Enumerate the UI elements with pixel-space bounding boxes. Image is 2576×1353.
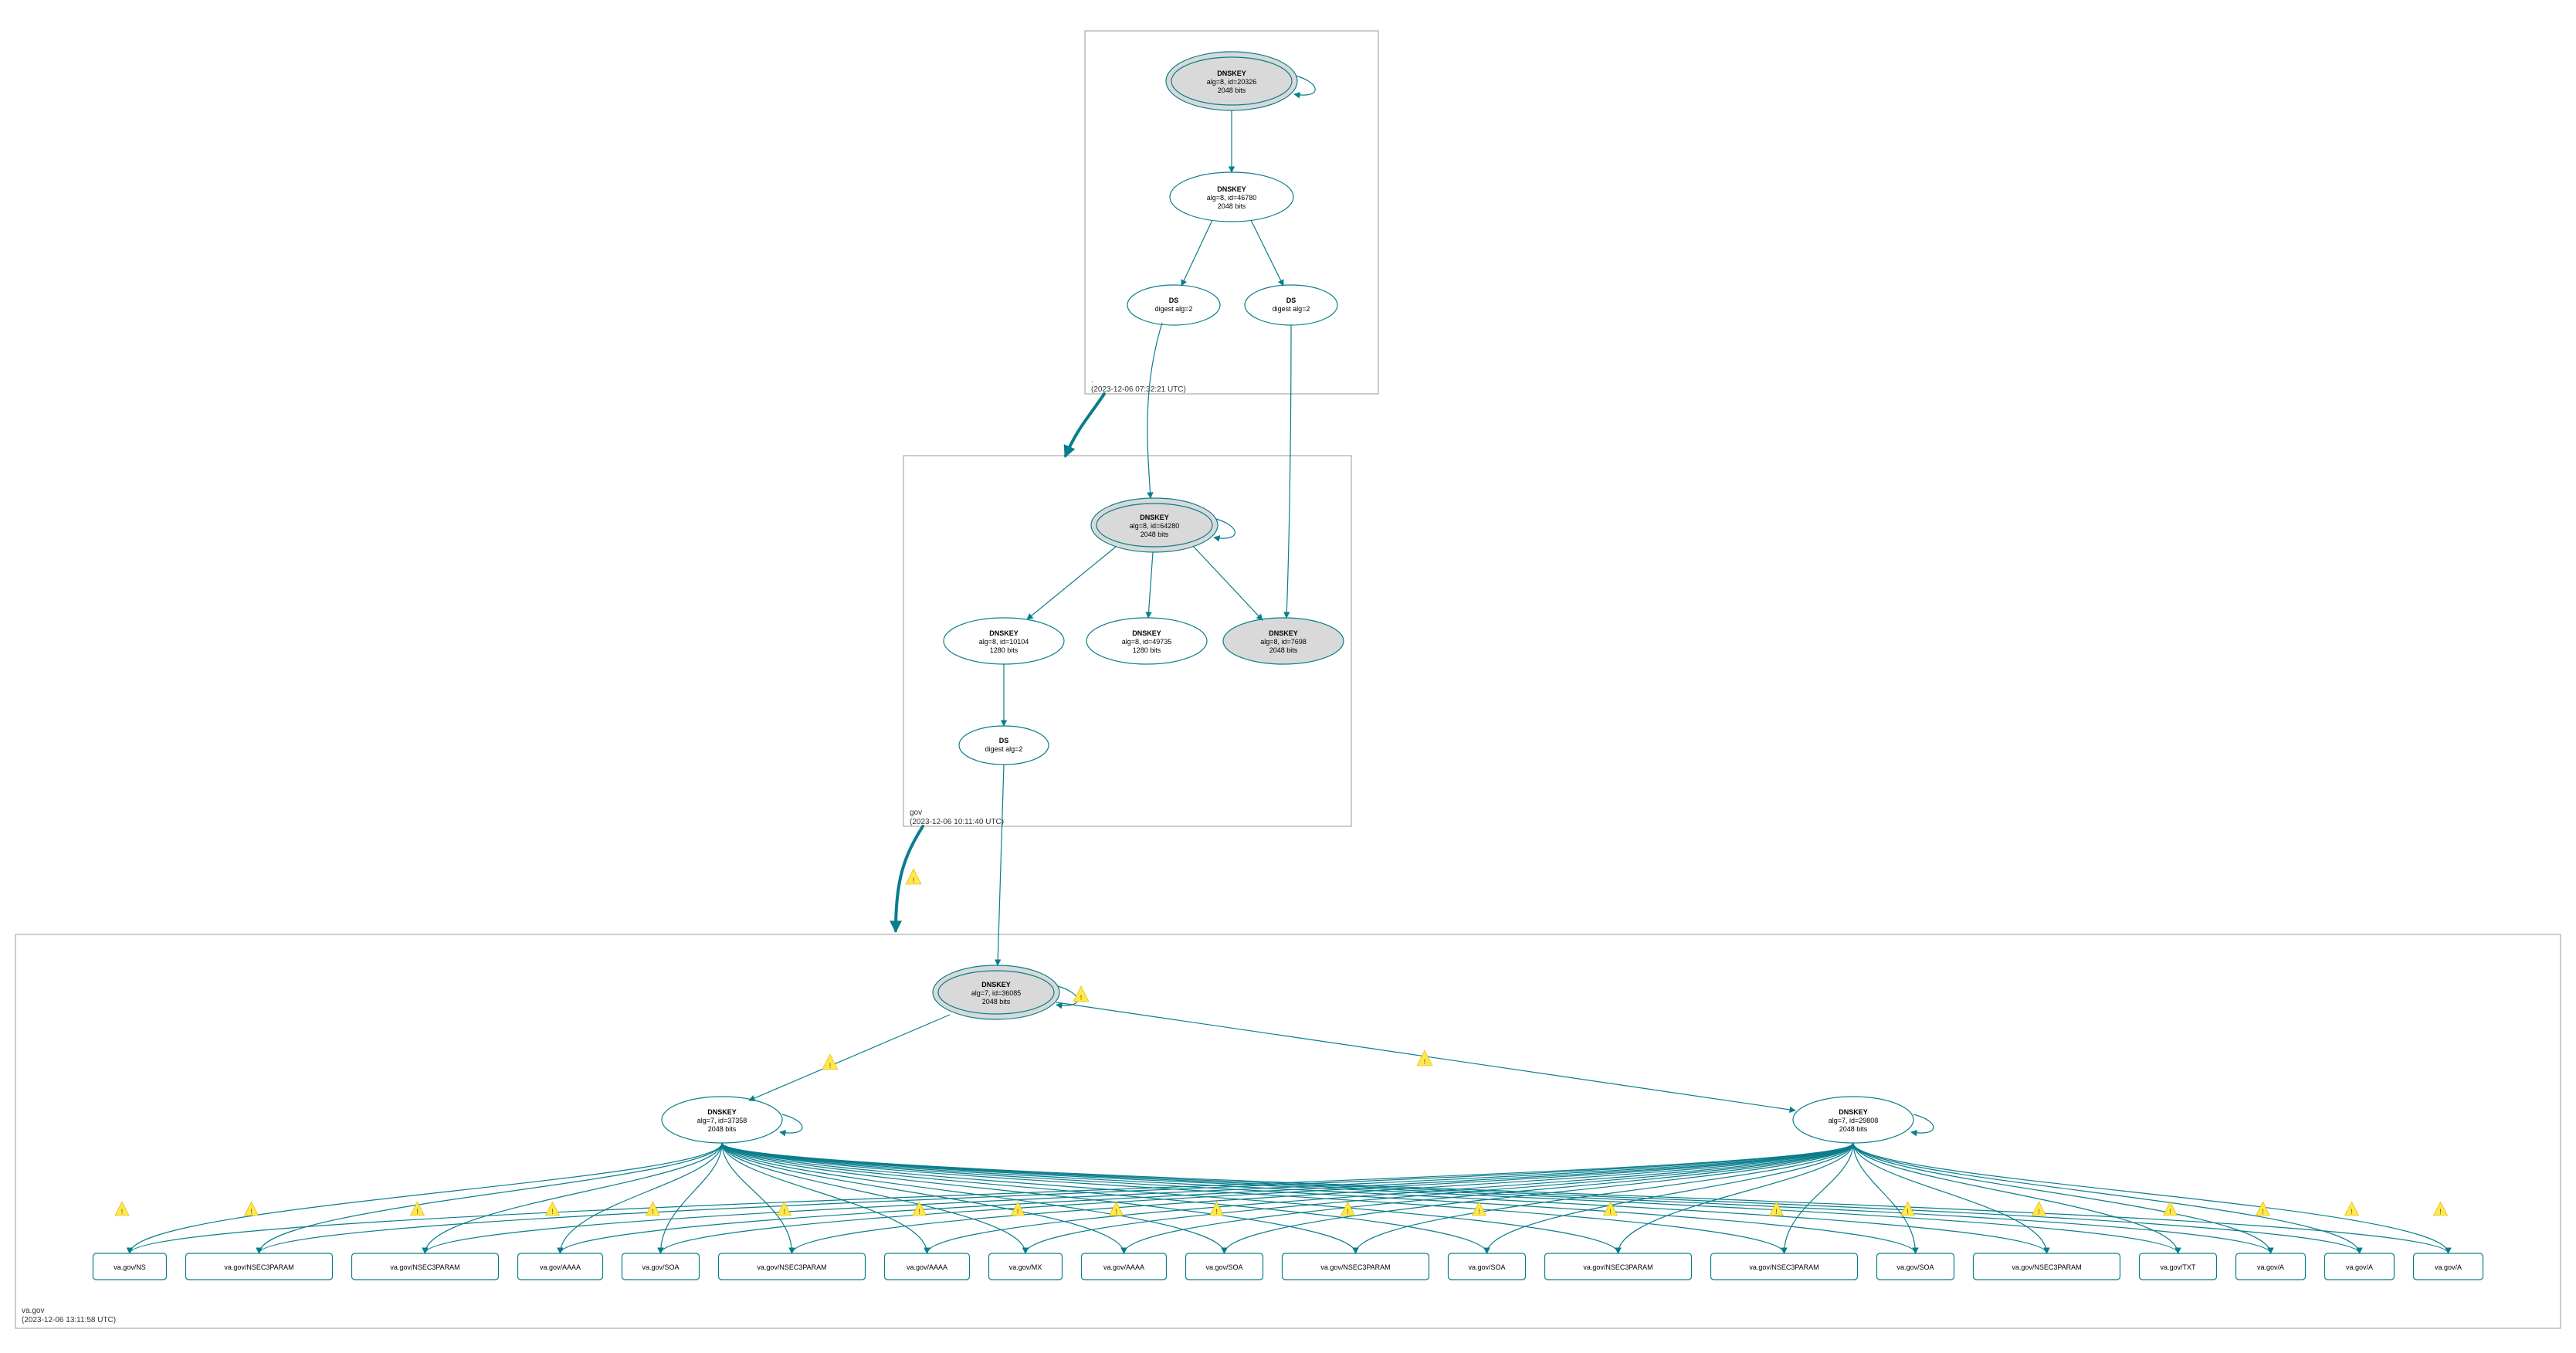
svg-text:alg=8, id=10104: alg=8, id=10104 (979, 638, 1029, 646)
svg-text:2048 bits: 2048 bits (1269, 646, 1298, 654)
rrset-label: va.gov/A (2346, 1263, 2373, 1271)
svg-text:alg=8, id=46780: alg=8, id=46780 (1207, 194, 1257, 202)
svg-text:!: ! (2262, 1208, 2264, 1216)
svg-text:DS: DS (1169, 297, 1179, 304)
rrset-label: va.gov/NSEC3PARAM (390, 1263, 459, 1271)
rrset-label: va.gov/AAAA (1103, 1263, 1144, 1271)
svg-text:alg=7, id=29808: alg=7, id=29808 (1829, 1117, 1879, 1124)
warn-icon: ! (906, 869, 921, 884)
svg-text:DS: DS (999, 737, 1009, 744)
svg-text:!: ! (913, 877, 915, 884)
svg-text:DNSKEY: DNSKEY (1839, 1108, 1868, 1116)
svg-text:!: ! (121, 1208, 124, 1216)
rrset-label: va.gov/NSEC3PARAM (1583, 1263, 1652, 1271)
svg-text:2048 bits: 2048 bits (982, 998, 1011, 1005)
svg-text:DNSKEY: DNSKEY (1140, 514, 1169, 521)
svg-text:!: ! (829, 1062, 832, 1070)
svg-text:2048 bits: 2048 bits (1141, 531, 1169, 538)
svg-text:2048 bits: 2048 bits (1839, 1125, 1868, 1133)
rrset-label: va.gov/NS (114, 1263, 146, 1271)
svg-text:digest alg=2: digest alg=2 (1273, 305, 1310, 313)
vagov-zsk2[interactable]: DNSKEY alg=7, id=29808 2048 bits (1793, 1097, 1913, 1143)
root-ds1[interactable]: DS digest alg=2 (1127, 285, 1220, 325)
svg-text:alg=8, id=64280: alg=8, id=64280 (1130, 522, 1180, 530)
svg-text:alg=8, id=49735: alg=8, id=49735 (1122, 638, 1172, 646)
rrset-label: va.gov/NSEC3PARAM (1749, 1263, 1818, 1271)
svg-text:DNSKEY: DNSKEY (1217, 185, 1246, 193)
svg-text:!: ! (551, 1208, 554, 1216)
svg-text:!: ! (1907, 1208, 1909, 1216)
svg-text:1280 bits: 1280 bits (990, 646, 1019, 654)
svg-text:alg=8, id=7698: alg=8, id=7698 (1260, 638, 1307, 646)
svg-text:2048 bits: 2048 bits (708, 1125, 737, 1133)
svg-text:alg=7, id=36085: alg=7, id=36085 (971, 989, 1022, 997)
zone-gov-timestamp: (2023-12-06 10:11:40 UTC) (910, 818, 1004, 826)
svg-text:!: ! (1609, 1208, 1612, 1216)
svg-text:!: ! (1424, 1058, 1426, 1066)
svg-text:!: ! (2038, 1208, 2040, 1216)
rrset-label: va.gov/NSEC3PARAM (2012, 1263, 2081, 1271)
gov-zsk2[interactable]: DNSKEY alg=8, id=49735 1280 bits (1086, 618, 1207, 664)
vagov-zsk1[interactable]: DNSKEY alg=7, id=37358 2048 bits (662, 1097, 782, 1143)
svg-text:DS: DS (1286, 297, 1296, 304)
gov-ds[interactable]: DS digest alg=2 (959, 726, 1049, 765)
gov-ksk[interactable]: DNSKEY alg=8, id=64280 2048 bits (1091, 498, 1218, 552)
svg-text:!: ! (2351, 1208, 2353, 1216)
root-ds2[interactable]: DS digest alg=2 (1245, 285, 1337, 325)
svg-text:!: ! (1478, 1208, 1480, 1216)
svg-text:digest alg=2: digest alg=2 (1155, 305, 1193, 313)
rrset-label: va.gov/A (2257, 1263, 2284, 1271)
rrset-label: va.gov/AAAA (907, 1263, 947, 1271)
rrset-label: va.gov/SOA (1205, 1263, 1242, 1271)
svg-text:!: ! (1775, 1208, 1778, 1216)
svg-text:digest alg=2: digest alg=2 (985, 745, 1023, 753)
svg-text:!: ! (1017, 1208, 1019, 1216)
rrset-label: va.gov/SOA (642, 1263, 679, 1271)
zone-root-timestamp: (2023-12-06 07:32:21 UTC) (1091, 385, 1186, 394)
rrset-label: va.gov/SOA (1468, 1263, 1505, 1271)
zone-vagov-label: va.gov (22, 1307, 44, 1315)
svg-text:alg=7, id=37358: alg=7, id=37358 (697, 1117, 747, 1124)
rrset-label: va.gov/NSEC3PARAM (757, 1263, 826, 1271)
vagov-ksk[interactable]: DNSKEY alg=7, id=36085 2048 bits (933, 965, 1059, 1019)
rrset-label: va.gov/AAAA (540, 1263, 581, 1271)
svg-text:!: ! (918, 1208, 920, 1216)
svg-text:!: ! (783, 1208, 785, 1216)
svg-text:2048 bits: 2048 bits (1218, 86, 1246, 94)
svg-text:DNSKEY: DNSKEY (981, 981, 1011, 988)
rrset-label: va.gov/NSEC3PARAM (1320, 1263, 1390, 1271)
svg-text:!: ! (1347, 1208, 1349, 1216)
svg-text:DNSKEY: DNSKEY (1132, 629, 1161, 637)
svg-text:!: ! (2169, 1208, 2171, 1216)
svg-text:!: ! (250, 1208, 253, 1216)
root-ksk[interactable]: DNSKEY alg=8, id=20326 2048 bits (1166, 52, 1297, 110)
svg-text:alg=8, id=20326: alg=8, id=20326 (1207, 78, 1257, 86)
zone-vagov-timestamp: (2023-12-06 13:11:58 UTC) (22, 1316, 116, 1324)
rrset-label: va.gov/MX (1009, 1263, 1042, 1271)
svg-text:1280 bits: 1280 bits (1133, 646, 1161, 654)
svg-text:2048 bits: 2048 bits (1218, 202, 1246, 210)
rrset-label: va.gov/NSEC3PARAM (224, 1263, 293, 1271)
svg-text:DNSKEY: DNSKEY (707, 1108, 737, 1116)
svg-text:DNSKEY: DNSKEY (1217, 70, 1246, 77)
svg-text:!: ! (652, 1208, 654, 1216)
svg-text:!: ! (1215, 1208, 1218, 1216)
rrset-label: va.gov/SOA (1896, 1263, 1934, 1271)
svg-text:!: ! (1115, 1208, 1117, 1216)
gov-zsk1[interactable]: DNSKEY alg=8, id=10104 1280 bits (944, 618, 1064, 664)
svg-text:DNSKEY: DNSKEY (1269, 629, 1298, 637)
rrset-label: va.gov/TXT (2160, 1263, 2196, 1271)
zone-root-label: . (1091, 376, 1093, 385)
svg-text:!: ! (416, 1208, 419, 1216)
svg-text:!: ! (2439, 1208, 2442, 1216)
root-zsk[interactable]: DNSKEY alg=8, id=46780 2048 bits (1170, 172, 1293, 222)
zone-gov-label: gov (910, 809, 922, 817)
gov-zsk3[interactable]: DNSKEY alg=8, id=7698 2048 bits (1223, 618, 1344, 664)
svg-text:!: ! (1080, 994, 1083, 1002)
rrset-label: va.gov/A (2435, 1263, 2462, 1271)
edge-thick-root-gov (1066, 394, 1104, 456)
svg-text:DNSKEY: DNSKEY (989, 629, 1019, 637)
